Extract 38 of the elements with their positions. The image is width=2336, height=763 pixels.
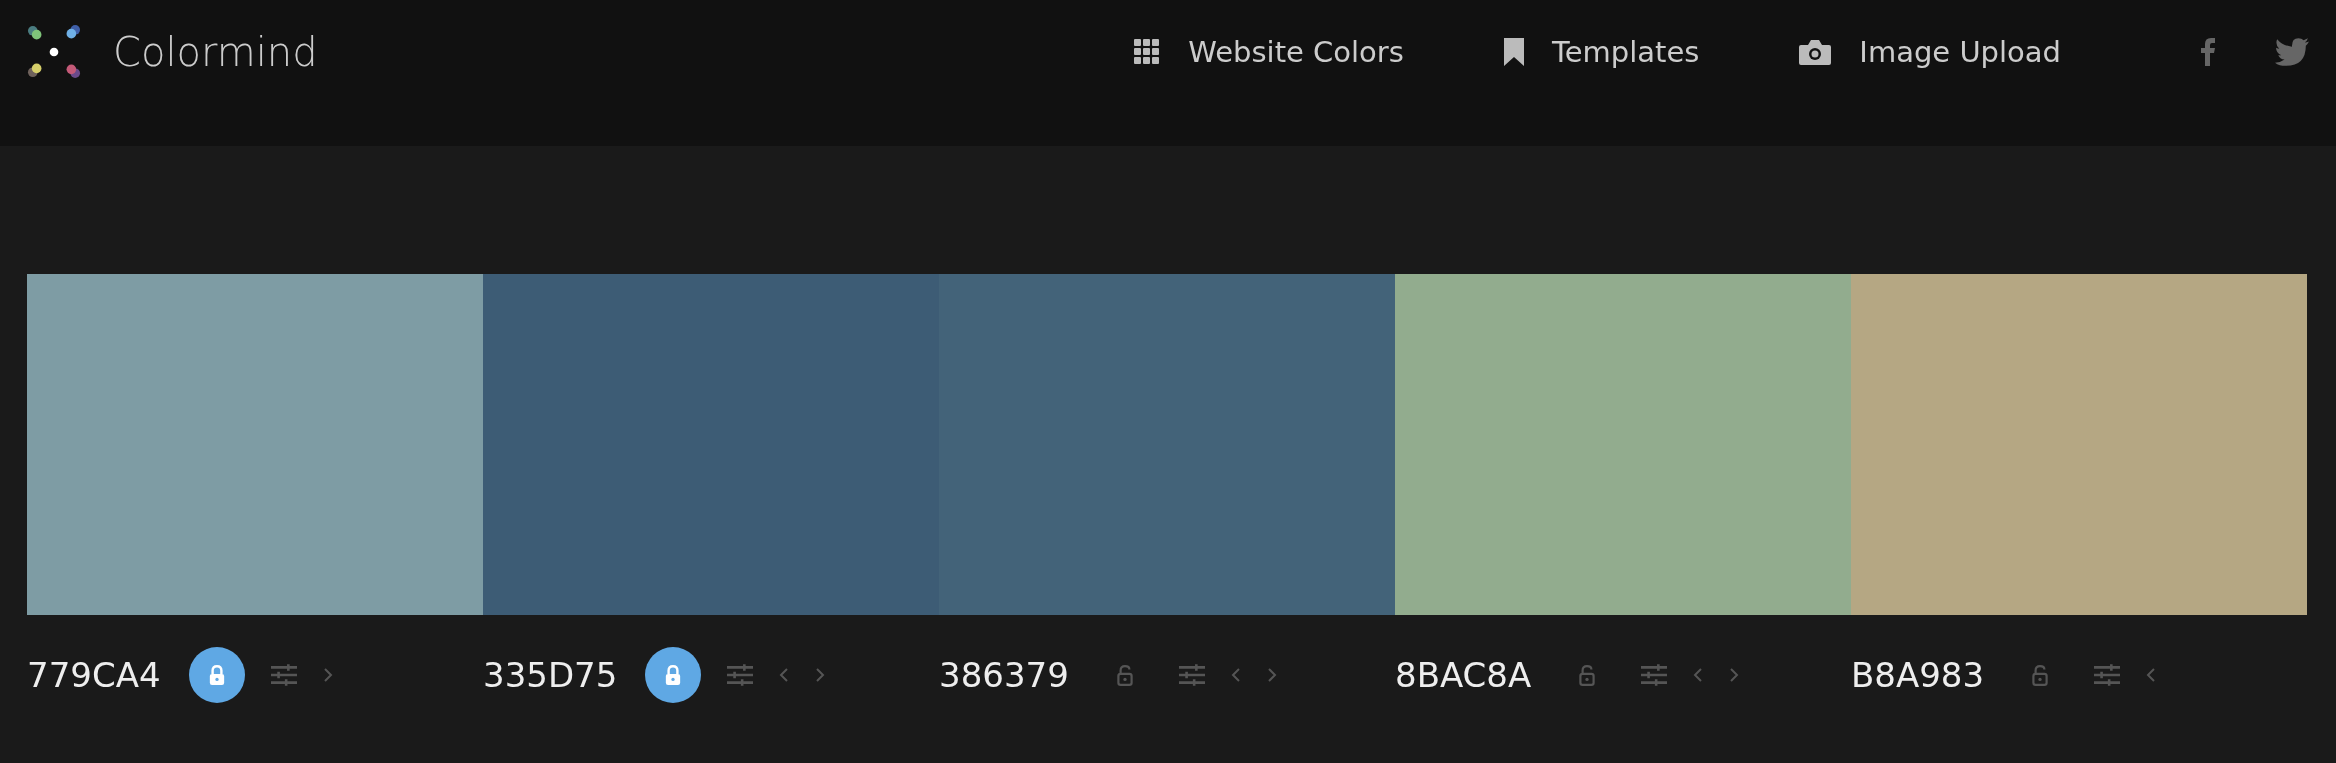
facebook-icon[interactable]	[2201, 38, 2215, 66]
chevron-left-icon[interactable]	[1693, 667, 1704, 683]
twitter-icon[interactable]	[2275, 38, 2309, 66]
adjust-sliders-icon[interactable]	[727, 664, 754, 686]
grid-icon	[1134, 39, 1161, 65]
hex-code: 386379	[939, 655, 1069, 695]
unlocked-lock-icon	[2031, 664, 2050, 686]
chevron-right-icon[interactable]	[1266, 667, 1277, 683]
chevron-right-icon[interactable]	[322, 667, 333, 683]
color-swatch[interactable]	[483, 274, 939, 615]
chevron-left-icon[interactable]	[779, 667, 790, 683]
adjust-sliders-icon[interactable]	[270, 664, 297, 686]
color-swatch[interactable]	[27, 274, 483, 615]
hex-code: 779CA4	[27, 655, 161, 695]
color-swatch[interactable]	[939, 274, 1395, 615]
lock-icon	[664, 664, 683, 686]
hex-code: 335D75	[483, 655, 618, 695]
color-swatch[interactable]	[1851, 274, 2307, 615]
camera-icon	[1799, 39, 1832, 65]
chevron-left-icon[interactable]	[2146, 667, 2157, 683]
chevron-right-icon[interactable]	[815, 667, 826, 683]
lock-icon	[207, 664, 226, 686]
hex-code: 8BAC8A	[1395, 655, 1532, 695]
chevron-right-icon[interactable]	[1729, 667, 1740, 683]
unlocked-lock-icon	[1578, 664, 1597, 686]
nav-link[interactable]: Templates	[1503, 35, 1700, 69]
nav-link[interactable]: Website Colors	[1134, 35, 1404, 69]
adjust-sliders-icon[interactable]	[1178, 664, 1205, 686]
nav-link[interactable]: Image Upload	[1799, 35, 2061, 69]
bookmark-icon	[1503, 38, 1524, 66]
chevron-left-icon[interactable]	[1230, 667, 1241, 683]
color-swatch[interactable]	[1395, 274, 1851, 615]
brand-name[interactable]: Colormind	[113, 29, 318, 75]
dots-logo-icon	[27, 25, 81, 79]
hex-code: B8A983	[1851, 655, 1985, 695]
adjust-sliders-icon[interactable]	[1641, 664, 1668, 686]
unlocked-lock-icon	[1115, 664, 1134, 686]
adjust-sliders-icon[interactable]	[2094, 664, 2121, 686]
